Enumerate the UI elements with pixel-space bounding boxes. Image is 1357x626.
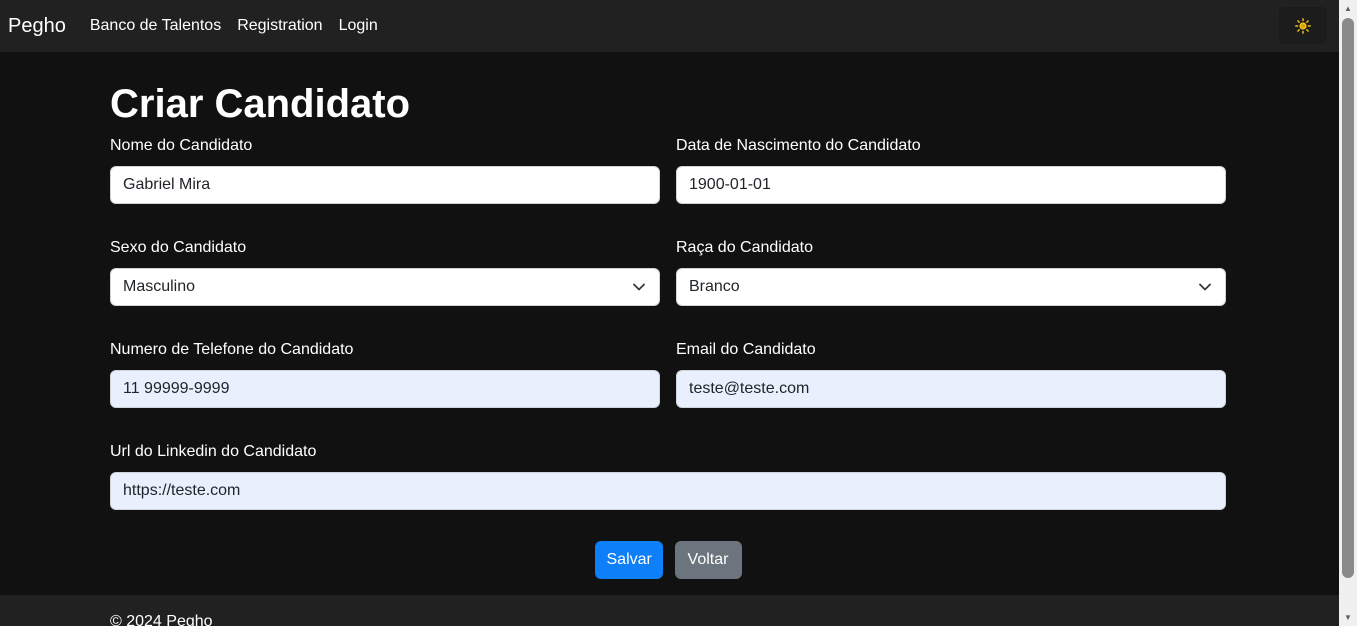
birthdate-label: Data de Nascimento do Candidato (676, 137, 921, 154)
nav-link-registration[interactable]: Registration (237, 17, 322, 35)
sex-select-value: Masculino (123, 278, 196, 295)
name-label: Nome do Candidato (110, 137, 253, 154)
page-title: Criar Candidato (110, 82, 411, 126)
footer-copyright: © 2024 Pegho (110, 613, 213, 626)
viewport: Pegho Banco de Talentos Registration Log… (0, 0, 1339, 626)
name-field-group: Nome do Candidato Gabriel Mira (110, 136, 660, 204)
footer: © 2024 Pegho (0, 595, 1339, 626)
sex-select[interactable]: Masculino (110, 268, 660, 306)
phone-input[interactable]: 11 99999-9999 (110, 370, 660, 408)
linkedin-input[interactable]: https://teste.com (110, 472, 1226, 510)
race-label: Raça do Candidato (676, 239, 813, 256)
sun-icon (1295, 17, 1311, 34)
sex-label: Sexo do Candidato (110, 239, 247, 256)
linkedin-label: Url do Linkedin do Candidato (110, 443, 317, 460)
nav-link-login[interactable]: Login (339, 17, 378, 35)
race-select[interactable]: Branco (676, 268, 1226, 306)
nav-links: Banco de Talentos Registration Login (90, 17, 394, 35)
scroll-up-arrow-icon[interactable]: ▲ (1339, 0, 1357, 17)
theme-toggle-button[interactable] (1279, 7, 1327, 44)
navbar: Pegho Banco de Talentos Registration Log… (0, 0, 1339, 52)
email-input[interactable]: teste@teste.com (676, 370, 1226, 408)
nav-link-banco-de-talentos[interactable]: Banco de Talentos (90, 17, 221, 35)
birthdate-input[interactable]: 1900-01-01 (676, 166, 1226, 204)
email-field-group: Email do Candidato teste@teste.com (676, 340, 1226, 408)
scroll-down-arrow-icon[interactable]: ▼ (1339, 609, 1357, 626)
phone-label: Numero de Telefone do Candidato (110, 341, 354, 358)
birthdate-field-group: Data de Nascimento do Candidato 1900-01-… (676, 136, 1226, 204)
race-select-value: Branco (689, 278, 740, 295)
chevron-down-icon (1199, 269, 1211, 305)
sex-field-group: Sexo do Candidato Masculino (110, 238, 660, 306)
scrollbar-thumb[interactable] (1342, 18, 1354, 578)
linkedin-field-group: Url do Linkedin do Candidato https://tes… (110, 442, 1226, 510)
brand-link[interactable]: Pegho (8, 15, 66, 38)
form-actions: Salvar Voltar (110, 541, 1226, 579)
name-input[interactable]: Gabriel Mira (110, 166, 660, 204)
back-button[interactable]: Voltar (674, 541, 742, 579)
race-field-group: Raça do Candidato Branco (676, 238, 1226, 306)
email-label: Email do Candidato (676, 341, 816, 358)
save-button[interactable]: Salvar (594, 541, 663, 579)
chevron-down-icon (633, 269, 645, 305)
phone-field-group: Numero de Telefone do Candidato 11 99999… (110, 340, 660, 408)
vertical-scrollbar[interactable]: ▲ ▼ (1339, 0, 1357, 626)
